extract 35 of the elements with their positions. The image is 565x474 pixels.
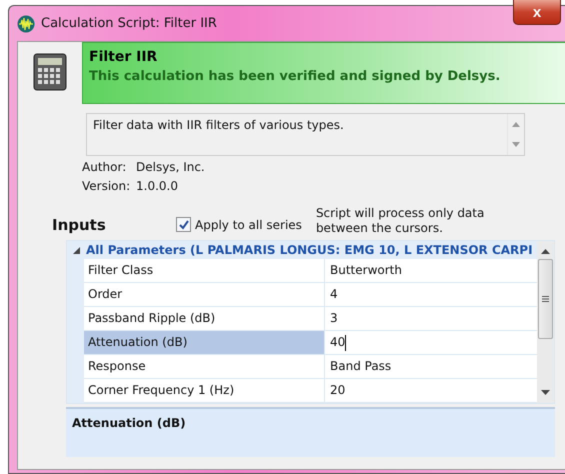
grip-icon — [542, 296, 549, 302]
info-label: Version: — [82, 179, 132, 193]
scroll-up-icon[interactable] — [541, 249, 550, 255]
property-name[interactable]: Order — [84, 283, 325, 306]
property-value[interactable]: Band Pass — [325, 355, 537, 378]
scroll-down-icon[interactable] — [541, 389, 550, 395]
collapse-triangle-icon[interactable] — [73, 246, 80, 254]
close-button[interactable]: x — [513, 0, 561, 25]
description-text: Filter data with IIR filters of various types. — [92, 117, 345, 134]
inputs-heading: Inputs — [52, 216, 107, 236]
property-name[interactable]: Attenuation (dB) — [84, 331, 325, 354]
category-header[interactable]: All Parameters (L PALMARIS LONGUS: EMG 10, L EXTENSOR CARPI — [86, 243, 533, 257]
property-name[interactable]: Passband Ripple (dB) — [84, 307, 325, 330]
calculator-icon — [33, 53, 67, 91]
scrollbar[interactable] — [537, 241, 554, 403]
property-value[interactable]: 4 — [325, 283, 537, 306]
info-label: Author: — [82, 160, 128, 174]
property-name[interactable]: Response — [84, 355, 325, 378]
property-value[interactable]: 20 — [325, 379, 537, 402]
verification-status: This calculation has been verified and signed by Delsys. — [89, 69, 502, 84]
text-cursor — [345, 334, 346, 350]
info-value: 1.0.0.0 — [136, 179, 178, 193]
property-value[interactable]: Butterworth — [325, 259, 537, 282]
info-value: Delsys, Inc. — [136, 160, 205, 174]
cursor-note: Script will process only data between the cursors. — [316, 206, 486, 236]
property-name[interactable]: Corner Frequency 1 (Hz) — [84, 379, 325, 402]
checkbox[interactable] — [176, 217, 191, 232]
help-title: Attenuation (dB) — [72, 416, 186, 430]
app-icon — [17, 14, 35, 32]
script-name: Filter IIR — [89, 49, 158, 65]
property-value[interactable]: 40 — [325, 331, 537, 354]
property-name[interactable]: Filter Class — [84, 259, 325, 282]
checkbox-label[interactable]: Apply to all series — [195, 218, 302, 232]
property-value[interactable]: 3 — [325, 307, 537, 330]
window-title: Calculation Script: Filter IIR — [41, 16, 217, 31]
